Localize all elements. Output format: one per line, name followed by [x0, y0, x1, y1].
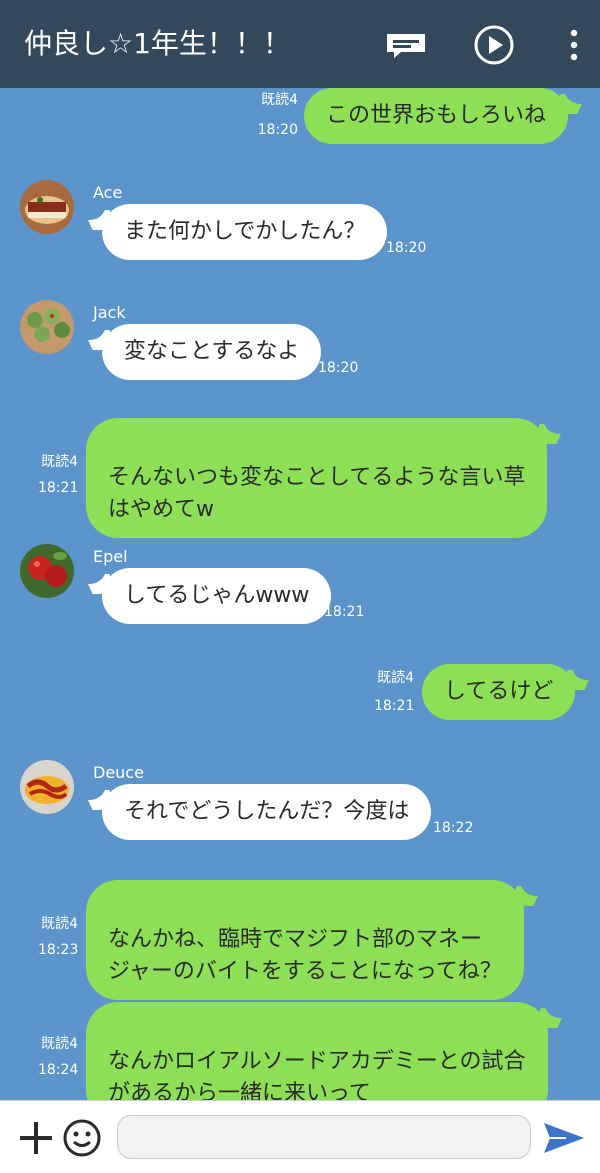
message-time: 18:21	[38, 480, 79, 496]
message-list[interactable]: 既読4 18:20 この世界おもしろいね Ace また何かしでかしたん？ 18:…	[0, 88, 600, 1100]
message-time: 18:20	[257, 122, 298, 138]
sender-name: Ace	[93, 183, 123, 202]
message-time: 18:23	[38, 942, 79, 958]
message-text: そんないつも変なことしてるような言い草 はやめてw	[108, 465, 526, 522]
message-text: それでどうしたんだ？今度は	[124, 799, 410, 824]
chat-title: 仲良し☆1年生！！！	[24, 27, 291, 60]
message-time: 18:24	[38, 1062, 79, 1078]
read-receipt: 既読4	[41, 916, 78, 932]
message-bubble[interactable]: 変なことするなよ	[81, 324, 322, 380]
note-icon[interactable]	[384, 24, 428, 66]
message-input[interactable]	[117, 1115, 531, 1159]
message-meta: 既読4 18:20	[250, 90, 298, 140]
message-bubble[interactable]: それでどうしたんだ？今度は	[81, 784, 432, 840]
message-bubble[interactable]: してるけど	[422, 664, 596, 720]
message-time: 18:21	[324, 604, 365, 620]
read-receipt: 既読4	[261, 92, 298, 108]
chat-header: 仲良し☆1年生！！！	[0, 0, 600, 88]
emoji-icon[interactable]	[62, 1118, 102, 1158]
message-meta: 既読4 18:21	[38, 452, 78, 498]
avatar-deuce[interactable]	[20, 760, 74, 814]
message-meta: 既読4 18:21	[374, 668, 414, 716]
read-receipt: 既読4	[377, 670, 414, 686]
message-bubble[interactable]: なんかロイアルソードアカデミーとの試合 があるから一緒に来いって	[86, 1002, 568, 1100]
message-text: この世界おもしろいね	[326, 103, 547, 128]
sender-name: Epel	[93, 547, 128, 566]
message-text: なんかロイアルソードアカデミーとの試合 があるから一緒に来いって	[108, 1049, 526, 1100]
plus-icon[interactable]	[16, 1118, 56, 1158]
message-text: 変なことするなよ	[124, 339, 300, 364]
message-bubble[interactable]: してるじゃんwww	[81, 568, 332, 624]
message-time: 18:20	[318, 360, 359, 376]
message-meta: 既読4 18:23	[38, 914, 78, 960]
sender-name: Jack	[93, 303, 126, 322]
play-icon[interactable]	[472, 24, 516, 66]
message-bubble[interactable]: また何かしでかしたん？	[81, 204, 388, 260]
avatar-jack[interactable]	[20, 300, 74, 354]
message-text: また何かしでかしたん？	[124, 219, 366, 244]
avatar-ace[interactable]	[20, 180, 74, 234]
message-text: してるけど	[444, 679, 554, 704]
message-time: 18:21	[374, 698, 415, 714]
message-bubble[interactable]: そんないつも変なことしてるような言い草 はやめてw	[86, 418, 568, 538]
send-icon[interactable]	[542, 1119, 586, 1157]
more-icon[interactable]	[552, 24, 596, 66]
message-bubble[interactable]: なんかね、臨時でマジフト部のマネー ジャーのバイトをすることになってね？	[86, 880, 544, 1000]
message-text: してるじゃんwww	[124, 583, 310, 608]
message-text: なんかね、臨時でマジフト部のマネー ジャーのバイトをすることになってね？	[108, 927, 502, 984]
message-input-bar	[0, 1100, 600, 1173]
message-meta: 既読4 18:24	[38, 1034, 78, 1080]
message-bubble[interactable]: この世界おもしろいね	[304, 88, 589, 144]
read-receipt: 既読4	[41, 1036, 78, 1052]
message-time: 18:20	[386, 240, 427, 256]
avatar-epel[interactable]	[20, 544, 74, 598]
read-receipt: 既読4	[41, 454, 78, 470]
sender-name: Deuce	[93, 763, 144, 782]
message-time: 18:22	[433, 820, 474, 836]
